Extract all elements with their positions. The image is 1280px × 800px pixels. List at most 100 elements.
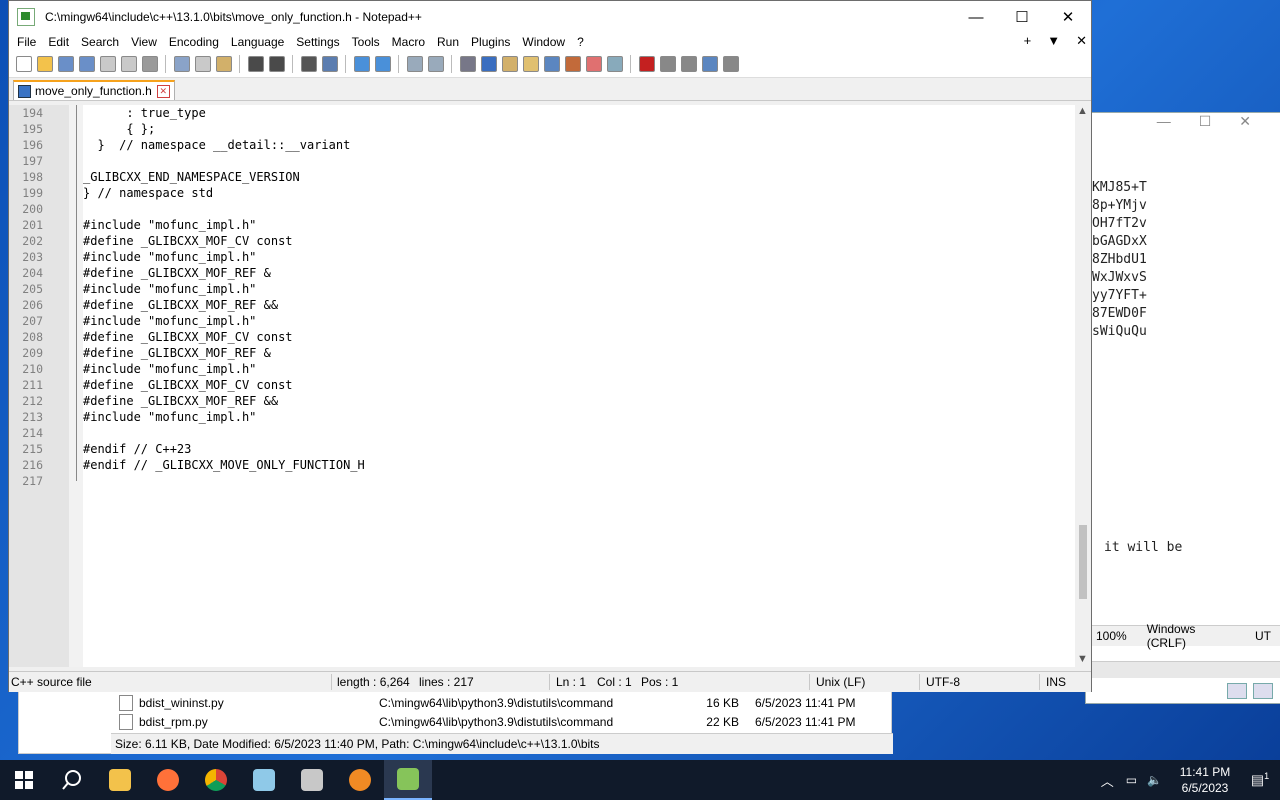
- menu-plugins[interactable]: Plugins: [465, 35, 516, 49]
- folder-workspace-icon[interactable]: [585, 56, 602, 72]
- menu-settings[interactable]: Settings: [290, 35, 345, 49]
- background-window[interactable]: — ☐ ✕ KMJ85+T 8p+YMjv OH7fT2v bGAGDxX 8ZHbdU1 W…: [1085, 112, 1280, 704]
- code-editor[interactable]: 194 : true_type 195 { }; 196 } // namespac…: [9, 105, 1091, 667]
- table-row[interactable]: bdist_rpm.py C:\mingw64\lib\python3.9\di…: [119, 712, 889, 731]
- chevron-up-icon[interactable]: ︿: [1101, 771, 1114, 790]
- status-insert-mode[interactable]: INS: [1046, 675, 1066, 689]
- code-line[interactable]: 204 #define _GLIBCXX_MOF_REF &: [9, 265, 1075, 281]
- tools-icon[interactable]: [288, 760, 336, 800]
- sync-vertical-icon[interactable]: [406, 56, 423, 72]
- tab-close-icon[interactable]: ✕: [156, 84, 170, 98]
- code-line[interactable]: 197: [9, 153, 1075, 169]
- menu-macro[interactable]: Macro: [386, 35, 431, 49]
- zoom-in-icon[interactable]: [353, 56, 370, 72]
- menu-tools[interactable]: Tools: [346, 35, 386, 49]
- menu-help[interactable]: ?: [571, 35, 590, 49]
- paste-icon[interactable]: [215, 56, 232, 72]
- clock[interactable]: 11:41 PM 6/5/2023: [1170, 764, 1240, 796]
- code-line[interactable]: 202 #define _GLIBCXX_MOF_CV const: [9, 233, 1075, 249]
- save-icon[interactable]: [57, 56, 74, 72]
- search-icon[interactable]: [48, 760, 96, 800]
- notepad-icon[interactable]: [240, 760, 288, 800]
- code-line[interactable]: 213 #include "mofunc_impl.h": [9, 409, 1075, 425]
- table-row[interactable]: bdist_wininst.py C:\mingw64\lib\python3.…: [119, 693, 889, 712]
- file-explorer-icon[interactable]: [96, 760, 144, 800]
- replace-icon[interactable]: [321, 56, 338, 72]
- chrome-icon[interactable]: [192, 760, 240, 800]
- word-wrap-icon[interactable]: [459, 56, 476, 72]
- new-tab-button[interactable]: +: [1024, 33, 1032, 49]
- sync-horizontal-icon[interactable]: [427, 56, 444, 72]
- code-line[interactable]: 200: [9, 201, 1075, 217]
- firefox-icon[interactable]: [144, 760, 192, 800]
- code-line[interactable]: 201 #include "mofunc_impl.h": [9, 217, 1075, 233]
- save-macro-icon[interactable]: [722, 56, 739, 72]
- notepadpp-app-icon[interactable]: [17, 8, 35, 26]
- tab-move-only-function[interactable]: move_only_function.h ✕: [13, 80, 175, 100]
- code-line[interactable]: 195 { };: [9, 121, 1075, 137]
- code-line[interactable]: 210 #include "mofunc_impl.h": [9, 361, 1075, 377]
- large-icons-view-icon[interactable]: [1253, 683, 1273, 699]
- cut-icon[interactable]: [173, 56, 190, 72]
- search-tool-icon[interactable]: [336, 760, 384, 800]
- menu-view[interactable]: View: [125, 35, 163, 49]
- notepadpp-taskbar-icon[interactable]: [384, 760, 432, 800]
- play-macro-icon[interactable]: [680, 56, 697, 72]
- close-button[interactable]: ✕: [1045, 1, 1091, 33]
- stop-macro-icon[interactable]: [659, 56, 676, 72]
- menu-file[interactable]: File: [11, 35, 42, 49]
- title-bar[interactable]: C:\mingw64\include\c++\13.1.0\bits\move_…: [9, 1, 1091, 33]
- code-line[interactable]: 207 #include "mofunc_impl.h": [9, 313, 1075, 329]
- code-line[interactable]: 205 #include "mofunc_impl.h": [9, 281, 1075, 297]
- copy-icon[interactable]: [194, 56, 211, 72]
- zoom-out-icon[interactable]: [374, 56, 391, 72]
- code-line[interactable]: 217: [9, 473, 1075, 489]
- scroll-up-icon[interactable]: ▲: [1077, 105, 1088, 117]
- details-view-icon[interactable]: [1227, 683, 1247, 699]
- start-icon[interactable]: [0, 760, 48, 800]
- close-all-icon[interactable]: [120, 56, 137, 72]
- scrollbar-thumb[interactable]: [1079, 525, 1087, 599]
- code-line[interactable]: 196 } // namespace __detail::__variant: [9, 137, 1075, 153]
- open-file-icon[interactable]: [36, 56, 53, 72]
- scroll-down-icon[interactable]: ▼: [1077, 653, 1088, 665]
- code-line[interactable]: 198 _GLIBCXX_END_NAMESPACE_VERSION: [9, 169, 1075, 185]
- tab-list-button[interactable]: ▼: [1047, 33, 1060, 49]
- function-list-icon[interactable]: [564, 56, 581, 72]
- code-line[interactable]: 206 #define _GLIBCXX_MOF_REF &&: [9, 297, 1075, 313]
- code-line[interactable]: 199} // namespace std: [9, 185, 1075, 201]
- code-line[interactable]: 208 #define _GLIBCXX_MOF_CV const: [9, 329, 1075, 345]
- volume-muted-icon[interactable]: 🔈: [1147, 773, 1162, 787]
- find-icon[interactable]: [300, 56, 317, 72]
- menu-edit[interactable]: Edit: [42, 35, 75, 49]
- udl-icon[interactable]: [522, 56, 539, 72]
- maximize-button[interactable]: ☐: [999, 1, 1045, 33]
- code-line[interactable]: 215 #endif // C++23: [9, 441, 1075, 457]
- show-all-chars-icon[interactable]: [480, 56, 497, 72]
- code-line[interactable]: 209 #define _GLIBCXX_MOF_REF &: [9, 345, 1075, 361]
- minimize-button[interactable]: —: [953, 1, 999, 33]
- menu-run[interactable]: Run: [431, 35, 465, 49]
- new-file-icon[interactable]: [15, 56, 32, 72]
- code-line[interactable]: 214: [9, 425, 1075, 441]
- run-macro-multiple-icon[interactable]: [701, 56, 718, 72]
- close-icon[interactable]: [99, 56, 116, 72]
- redo-icon[interactable]: [268, 56, 285, 72]
- record-macro-icon[interactable]: [638, 56, 655, 72]
- menu-language[interactable]: Language: [225, 35, 290, 49]
- status-eol[interactable]: Unix (LF): [816, 675, 865, 689]
- notification-icon[interactable]: ▤1: [1240, 771, 1280, 789]
- code-line[interactable]: 216 #endif // _GLIBCXX_MOVE_ONLY_FUNCTION…: [9, 457, 1075, 473]
- network-icon[interactable]: ▭: [1126, 773, 1137, 787]
- indent-guide-icon[interactable]: [501, 56, 518, 72]
- file-explorer-window[interactable]: bdist_wininst.py C:\mingw64\lib\python3.…: [18, 690, 893, 754]
- notepadpp-window[interactable]: C:\mingw64\include\c++\13.1.0\bits\move_…: [8, 0, 1092, 692]
- status-encoding[interactable]: UTF-8: [926, 675, 960, 689]
- code-line[interactable]: 212 #define _GLIBCXX_MOF_REF &&: [9, 393, 1075, 409]
- vertical-scrollbar[interactable]: ▲ ▼: [1075, 105, 1091, 667]
- menu-window[interactable]: Window: [516, 35, 571, 49]
- menu-search[interactable]: Search: [75, 35, 125, 49]
- save-all-icon[interactable]: [78, 56, 95, 72]
- code-line[interactable]: 203 #include "mofunc_impl.h": [9, 249, 1075, 265]
- close-document-button[interactable]: ✕: [1076, 33, 1087, 49]
